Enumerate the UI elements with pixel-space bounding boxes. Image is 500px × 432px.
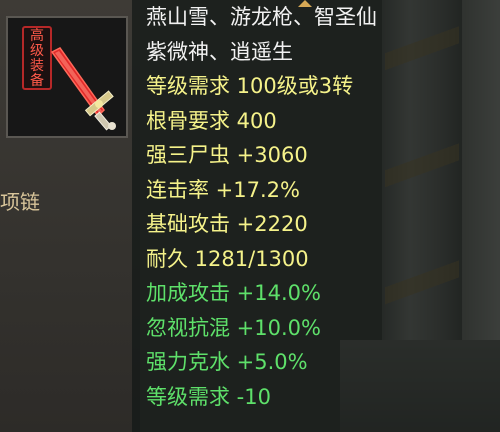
tooltip-bonus-attack: 加成攻击 +14.0% xyxy=(146,281,321,305)
red-sword-icon xyxy=(50,47,116,131)
tooltip-combo-rate: 连击率 +17.2% xyxy=(146,177,300,202)
background-panel-label: 项链 xyxy=(0,190,40,214)
item-icon-frame[interactable]: 高 级 装 备 xyxy=(6,16,128,138)
tooltip-base-attack: 基础攻击 +2220 xyxy=(146,212,308,236)
tooltip-strong-sanshi-bonus: 强三尸虫 +3060 xyxy=(146,143,308,167)
tooltip-restriction-line-2: 紫微神、逍遥生 xyxy=(146,39,293,64)
tooltip-durability: 耐久 1281/1300 xyxy=(146,246,309,271)
tooltip-bone-requirement: 根骨要求 400 xyxy=(146,108,277,133)
tooltip-restriction-line-1: 燕山雪、游龙枪、智圣仙 xyxy=(146,5,377,29)
tooltip-strong-vs-water: 强力克水 +5.0% xyxy=(146,350,308,374)
tooltip-level-requirement: 等级需求 100级或3转 xyxy=(146,74,354,98)
tooltip-level-requirement-reduction: 等级需求 -10 xyxy=(146,384,271,409)
item-tooltip: 燕山雪、游龙枪、智圣仙 紫微神、逍遥生等级需求 100级或3转 根骨要求 400 强三… xyxy=(132,0,500,432)
tooltip-ignore-chaos-resist: 忽视抗混 +10.0% xyxy=(146,315,321,340)
